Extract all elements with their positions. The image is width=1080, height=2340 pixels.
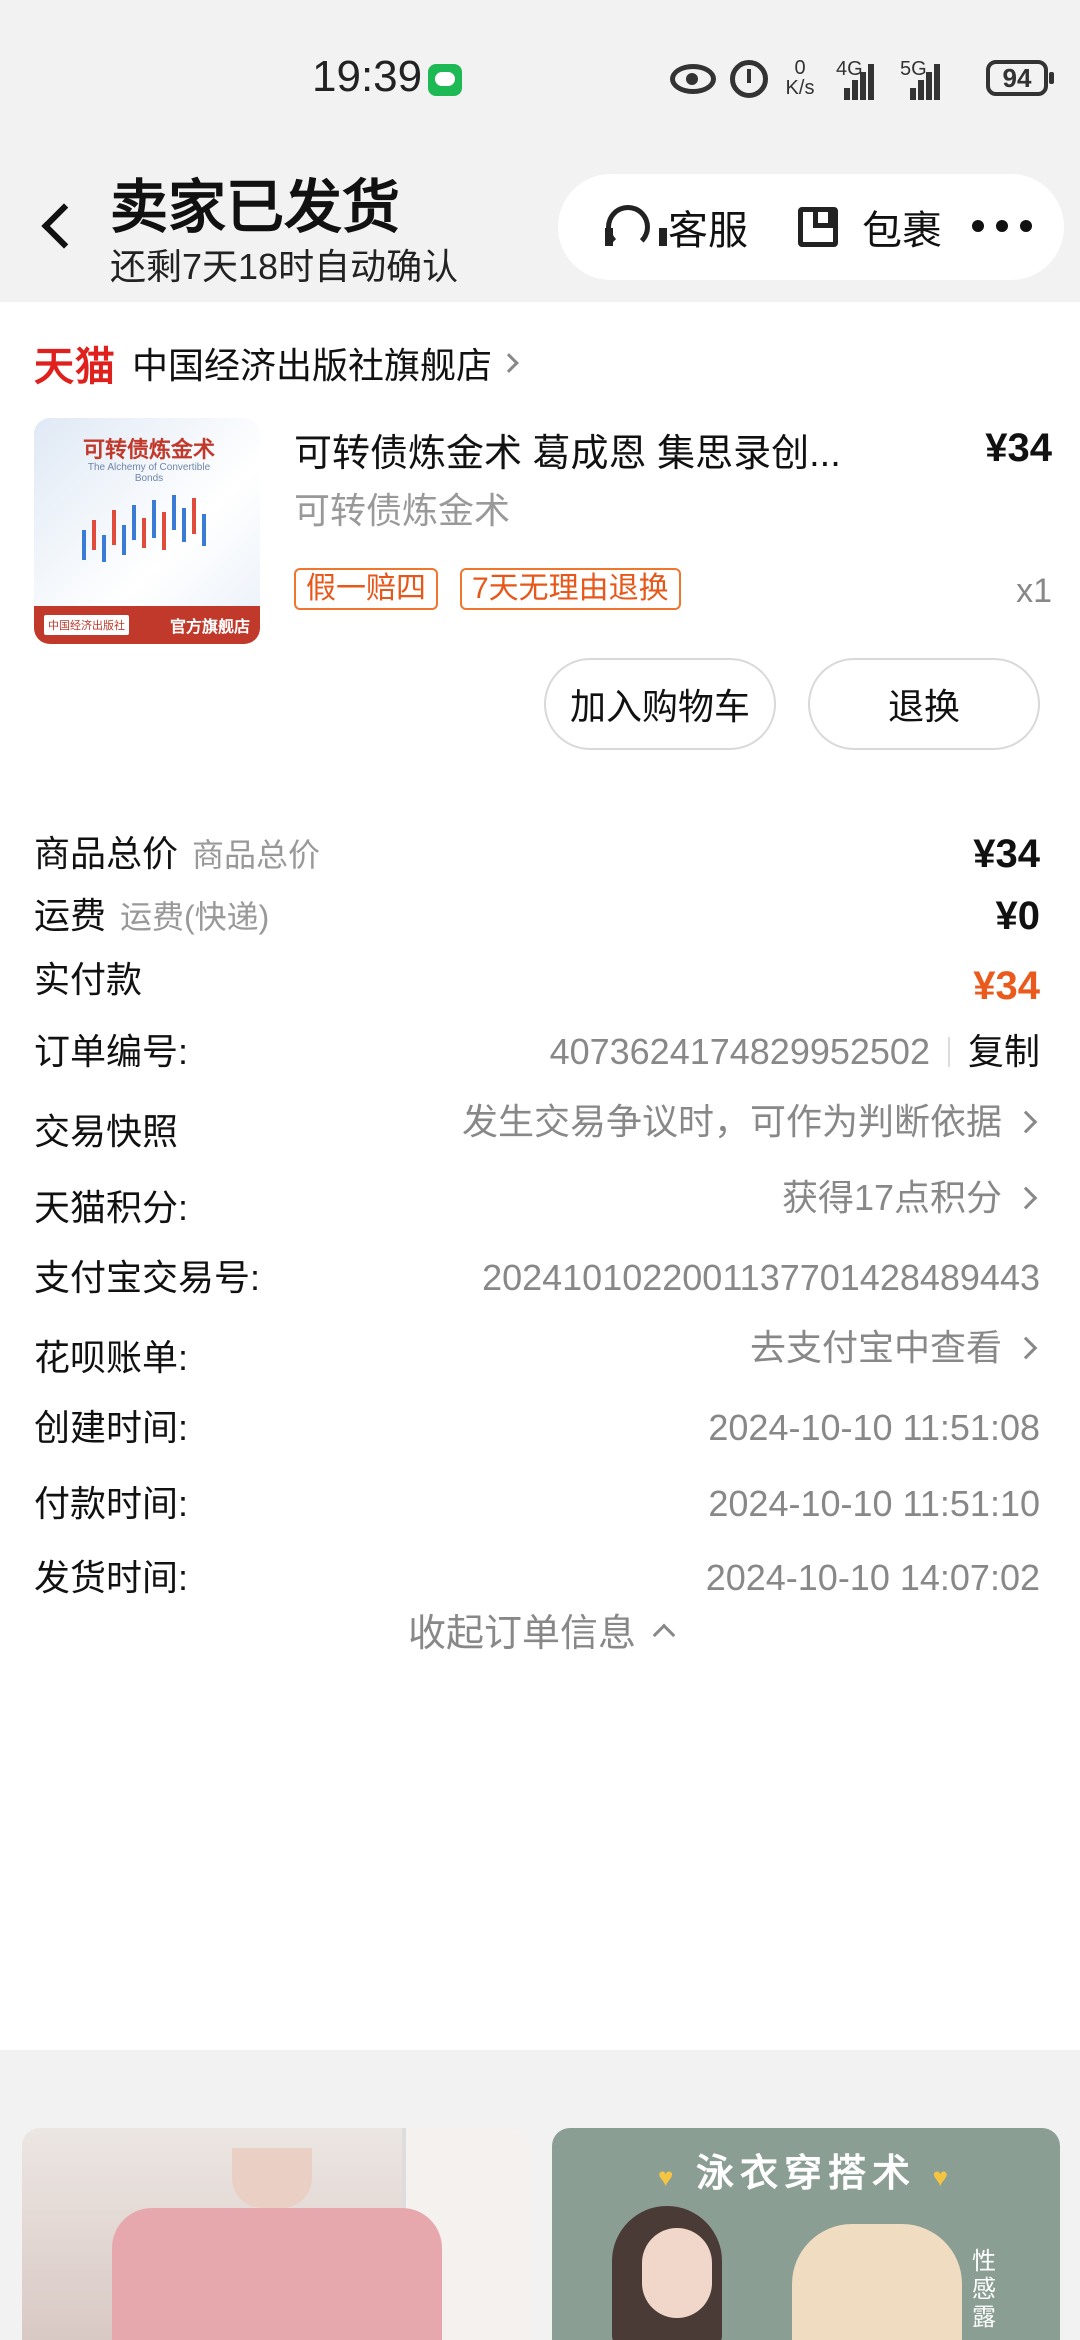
huabei-value: 去支付宝中查看	[749, 1327, 1002, 1368]
paid-label: 实付款	[34, 959, 143, 1000]
points-row[interactable]: 天猫积分: 获得17点积分	[34, 1172, 1040, 1232]
summary-shipping-row: 运费 运费(快递) ¥0	[34, 886, 1040, 946]
created-time-row: 创建时间: 2024-10-10 11:51:08	[34, 1398, 1040, 1458]
total-value: ¥34	[973, 832, 1040, 876]
header: 卖家已发货 还剩7天18时自动确认 客服 包裹	[0, 160, 1080, 300]
snapshot-value: 发生交易争议时，可作为判断依据	[461, 1101, 1002, 1142]
created-time-value: 2024-10-10 11:51:08	[708, 1407, 1040, 1448]
product-title[interactable]: 可转债炼金术 葛成恩 集思录创...	[294, 422, 894, 477]
product-spec: 可转债炼金术	[294, 490, 511, 531]
customer-service-button[interactable]: 客服	[605, 174, 748, 280]
cover-publisher: 中国经济出版社	[44, 615, 129, 635]
alarm-icon	[730, 60, 768, 98]
recommendation-card[interactable]	[22, 2128, 530, 2340]
collapse-order-info-button[interactable]: 收起订单信息	[0, 1602, 1080, 1657]
paid-time-label: 付款时间:	[34, 1483, 189, 1524]
more-icon[interactable]	[972, 220, 1032, 232]
chevron-right-icon	[1014, 1336, 1038, 1360]
huabei-row[interactable]: 花呗账单: 去支付宝中查看	[34, 1322, 1040, 1382]
order-card: 天猫 中国经济出版社旗舰店 可转债炼金术 The Alchemy of Conv…	[0, 302, 1080, 2050]
store-name: 中国经济出版社旗舰店	[132, 345, 493, 386]
points-value: 获得17点积分	[781, 1177, 1002, 1218]
headset-icon	[605, 205, 667, 249]
shipped-time-row: 发货时间: 2024-10-10 14:07:02	[34, 1548, 1040, 1608]
snapshot-row[interactable]: 交易快照 发生交易争议时，可作为判断依据	[34, 1096, 1040, 1156]
chevron-right-icon	[1014, 1186, 1038, 1210]
status-time: 19:39	[312, 52, 423, 101]
status-bar: 19:39 0 K/s 4G 5G 94	[0, 0, 1080, 160]
collapse-label: 收起订单信息	[407, 1613, 636, 1655]
page-subtitle: 还剩7天18时自动确认	[110, 246, 459, 287]
snapshot-label: 交易快照	[34, 1111, 179, 1152]
paid-value: ¥34	[973, 964, 1040, 1008]
paid-time-value: 2024-10-10 11:51:10	[708, 1483, 1040, 1524]
swimsuit-image	[792, 2224, 962, 2340]
order-number-value: 4073624174829952502	[549, 1031, 930, 1072]
shipped-time-value: 2024-10-10 14:07:02	[705, 1557, 1040, 1598]
chevron-right-icon	[499, 353, 519, 373]
total-label: 商品总价	[34, 833, 179, 874]
order-number-row: 订单编号: 4073624174829952502 复制	[34, 1022, 1040, 1082]
product-price: ¥34	[985, 426, 1052, 470]
cover-chart-graphic	[82, 495, 206, 562]
alipay-label: 支付宝交易号:	[34, 1257, 261, 1298]
recommendation-card[interactable]: ♥ 泳衣穿搭术 ♥ 性感露	[552, 2128, 1060, 2340]
package-label: 包裹	[862, 209, 942, 253]
recommendation-side-text: 性感露	[972, 2248, 996, 2331]
pink-dress-image	[112, 2208, 442, 2340]
add-to-cart-button[interactable]: 加入购物车	[544, 658, 776, 750]
store-link[interactable]: 天猫 中国经济出版社旗舰店	[34, 338, 519, 389]
summary-paid-row: 实付款 ¥34	[34, 954, 1040, 1014]
paid-time-row: 付款时间: 2024-10-10 11:51:10	[34, 1474, 1040, 1534]
signal-icon	[904, 64, 940, 100]
product-quantity: x1	[1016, 572, 1052, 610]
battery-icon: 94	[986, 60, 1054, 96]
page-title: 卖家已发货	[110, 175, 401, 240]
product-image[interactable]: 可转债炼金术 The Alchemy of Convertible Bonds …	[34, 418, 260, 644]
cover-subtitle: The Alchemy of Convertible Bonds	[87, 462, 211, 484]
divider	[947, 1037, 950, 1067]
shipping-label: 运费	[34, 895, 107, 936]
chevron-right-icon	[1014, 1110, 1038, 1134]
eye-icon	[670, 64, 716, 94]
shipping-value: ¥0	[995, 894, 1041, 938]
customer-service-label: 客服	[668, 209, 748, 253]
points-label: 天猫积分:	[34, 1187, 189, 1228]
tag-fake-compensation: 假一赔四	[294, 568, 438, 610]
net-speed: 0 K/s	[785, 57, 815, 99]
header-actions: 客服 包裹	[558, 174, 1064, 280]
cover-band: 中国经济出版社 官方旗舰店	[34, 606, 260, 644]
chevron-up-icon	[652, 1623, 676, 1646]
wechat-icon	[428, 64, 462, 96]
order-number-label: 订单编号:	[34, 1031, 189, 1072]
package-icon	[798, 207, 838, 247]
cover-badge: 官方旗舰店	[169, 619, 250, 636]
shipping-hint: 运费(快递)	[120, 899, 270, 935]
alipay-value: 2024101022001137701428489443	[482, 1257, 1040, 1298]
heart-icon: ♥	[932, 2162, 954, 2192]
return-exchange-button[interactable]: 退换	[808, 658, 1040, 750]
copy-button[interactable]: 复制	[968, 1022, 1040, 1082]
status-icons: 0 K/s 4G 5G 94	[660, 56, 1080, 106]
created-time-label: 创建时间:	[34, 1407, 189, 1448]
recommendation-title: ♥ 泳衣穿搭术 ♥	[657, 2153, 954, 2195]
signal-icon	[838, 64, 874, 100]
tmall-logo: 天猫	[34, 345, 116, 389]
total-hint: 商品总价	[192, 837, 321, 873]
back-icon[interactable]	[38, 198, 78, 258]
tag-7day-return: 7天无理由退换	[460, 568, 681, 610]
model-neck	[232, 2148, 312, 2208]
cover-title: 可转债炼金术	[82, 437, 215, 463]
huabei-label: 花呗账单:	[34, 1337, 189, 1378]
alipay-row: 支付宝交易号: 2024101022001137701428489443	[34, 1248, 1040, 1308]
package-button[interactable]: 包裹	[798, 174, 942, 280]
summary-total-row: 商品总价 商品总价 ¥34	[34, 824, 1040, 884]
shipped-time-label: 发货时间:	[34, 1557, 189, 1598]
model-face	[642, 2228, 712, 2318]
heart-icon: ♥	[657, 2162, 680, 2192]
